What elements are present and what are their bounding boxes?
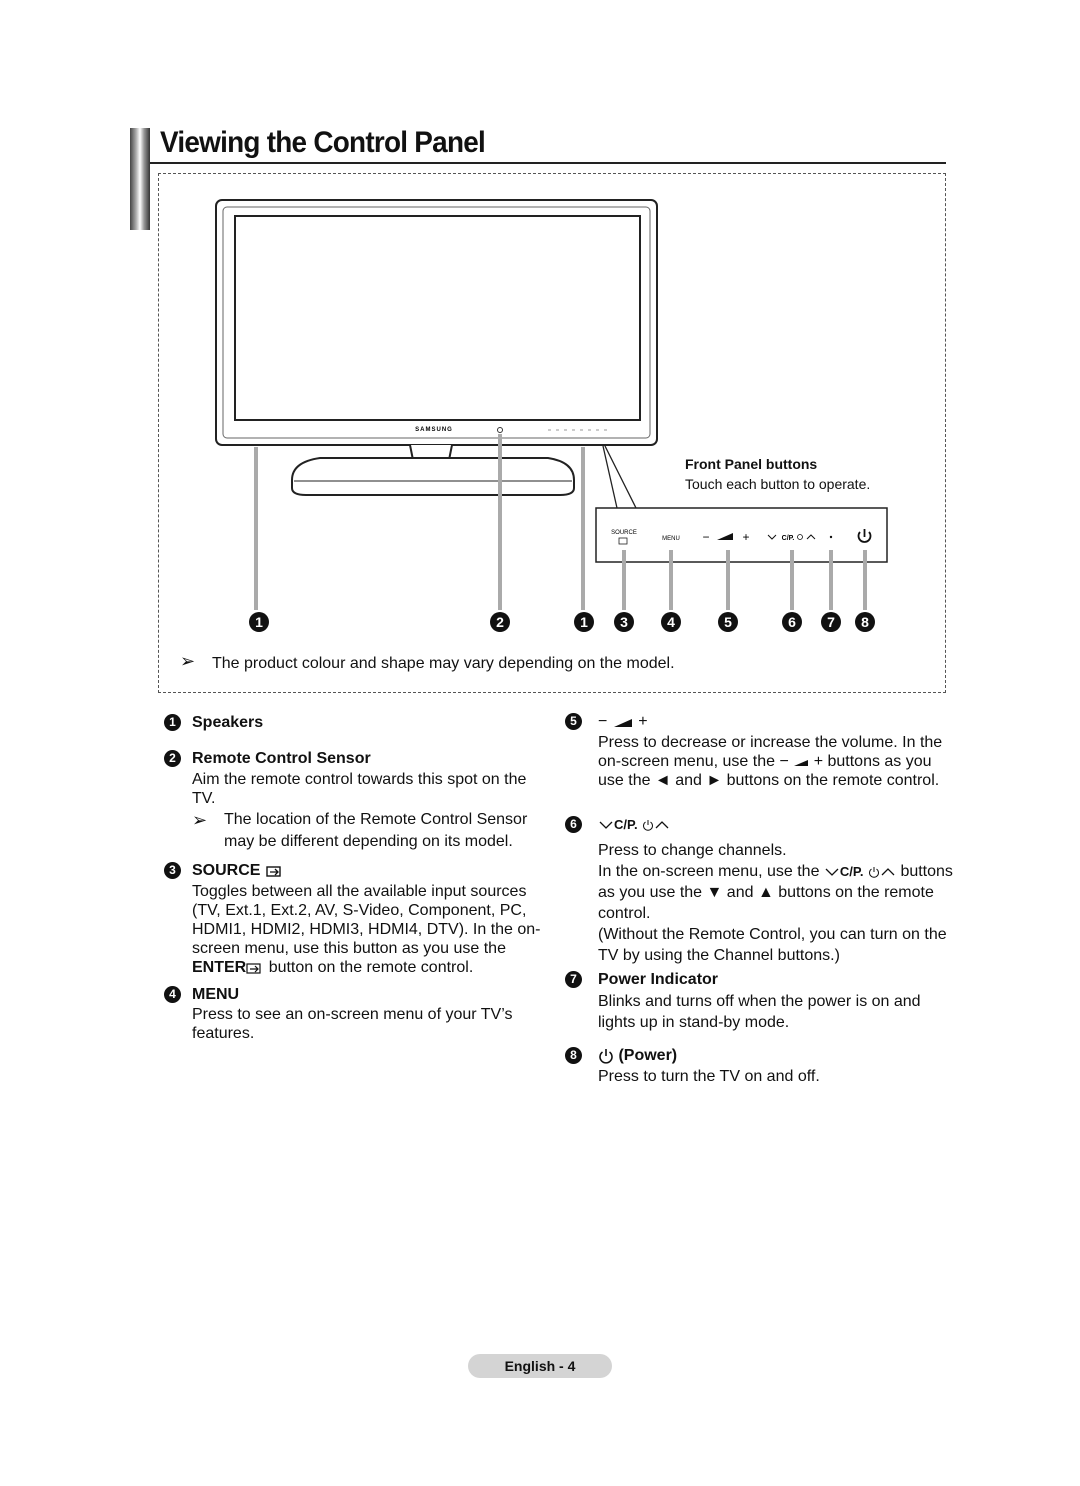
volume-plus: +	[638, 713, 648, 730]
item-number: 2	[164, 750, 181, 767]
callout-line	[622, 550, 626, 610]
volume-icon	[613, 718, 632, 727]
callout-line	[863, 550, 867, 610]
callout-line	[829, 550, 833, 610]
channel-up-icon	[881, 867, 895, 876]
item-title: Power Indicator	[598, 971, 719, 988]
panel-source-label: SOURCE	[611, 530, 637, 536]
callout-line	[581, 447, 585, 610]
tv-stand-base	[291, 457, 575, 496]
item-note: The location of the Remote Control Senso…	[224, 811, 528, 850]
volume-minus: −	[598, 713, 608, 730]
item-title: Remote Control Sensor	[192, 750, 371, 767]
callout-badge: 2	[490, 612, 510, 632]
callout-line	[790, 550, 794, 610]
callout-badge: 5	[718, 612, 738, 632]
panel-cp-label: C/P.	[782, 535, 795, 542]
callout-line	[726, 550, 730, 610]
item-number: 7	[565, 971, 582, 988]
callout-badge: 8	[855, 612, 875, 632]
item-number: 8	[565, 1047, 582, 1064]
callout-line	[669, 550, 673, 610]
panel-volume-minus: −	[702, 530, 709, 544]
item-body: Press to change channels.	[598, 842, 787, 859]
channel-down-icon	[599, 821, 613, 829]
item-title: SOURCE	[192, 862, 261, 879]
callout-line	[254, 447, 258, 610]
item-body: Toggles between all the available input …	[192, 883, 541, 957]
front-panel-title: Front Panel buttons	[685, 456, 818, 472]
callout-badge: 4	[661, 612, 681, 632]
callout-badge: 1	[249, 612, 269, 632]
item-number: 1	[164, 714, 181, 731]
callout-badge: 7	[821, 612, 841, 632]
cp-label: C/P.	[614, 817, 638, 832]
callout-badge: 3	[614, 612, 634, 632]
volume-icon	[794, 759, 809, 766]
note-arrow-icon: ➢	[180, 651, 196, 671]
channel-up-icon	[655, 820, 669, 829]
item-number: 6	[565, 816, 582, 833]
source-icon	[266, 866, 281, 877]
item-body: Blinks and turns off when the power is o…	[598, 993, 921, 1031]
callout-badge: 6	[782, 612, 802, 632]
item-body: In the on-screen menu, use the	[598, 863, 820, 880]
item-title: Speakers	[192, 714, 264, 731]
item-title: MENU	[192, 986, 240, 1003]
power-indicator-dot	[829, 535, 833, 539]
item-body: (Without the Remote Control, you can tur…	[598, 926, 947, 964]
item-body: Press to turn the TV on and off.	[598, 1068, 820, 1085]
cp-label: C/P.	[839, 864, 864, 879]
channel-down-icon	[825, 868, 839, 876]
enter-label: ENTER	[192, 959, 247, 976]
panel-volume-plus: +	[742, 530, 749, 544]
power-icon	[869, 866, 879, 878]
item-body: Aim the remote control towards this spot…	[192, 771, 527, 807]
front-panel-subtitle: Touch each button to operate.	[685, 476, 871, 492]
page-number-badge: English - 4	[468, 1354, 612, 1378]
power-icon	[643, 819, 653, 831]
brand-logo: SAMSUNG	[415, 427, 453, 433]
item-title: (Power)	[618, 1047, 678, 1064]
item-number: 4	[164, 986, 181, 1003]
item-body: Press to see an on-screen menu of your T…	[192, 1006, 513, 1042]
figure-note: The product colour and shape may vary de…	[212, 655, 675, 672]
panel-menu-label: MENU	[662, 536, 680, 542]
note-arrow-icon: ➢	[192, 810, 208, 830]
callout-line	[498, 434, 502, 610]
callout-badge: 1	[574, 612, 594, 632]
item-body-end: button on the remote control.	[268, 959, 474, 976]
power-icon	[599, 1048, 613, 1064]
item-number: 3	[164, 862, 181, 879]
tv-screen	[234, 215, 641, 421]
enter-icon	[246, 963, 261, 974]
item-number: 5	[565, 713, 582, 730]
tv-illustration: SAMSUNG SOURCE MENU − + C/P.	[215, 199, 888, 610]
